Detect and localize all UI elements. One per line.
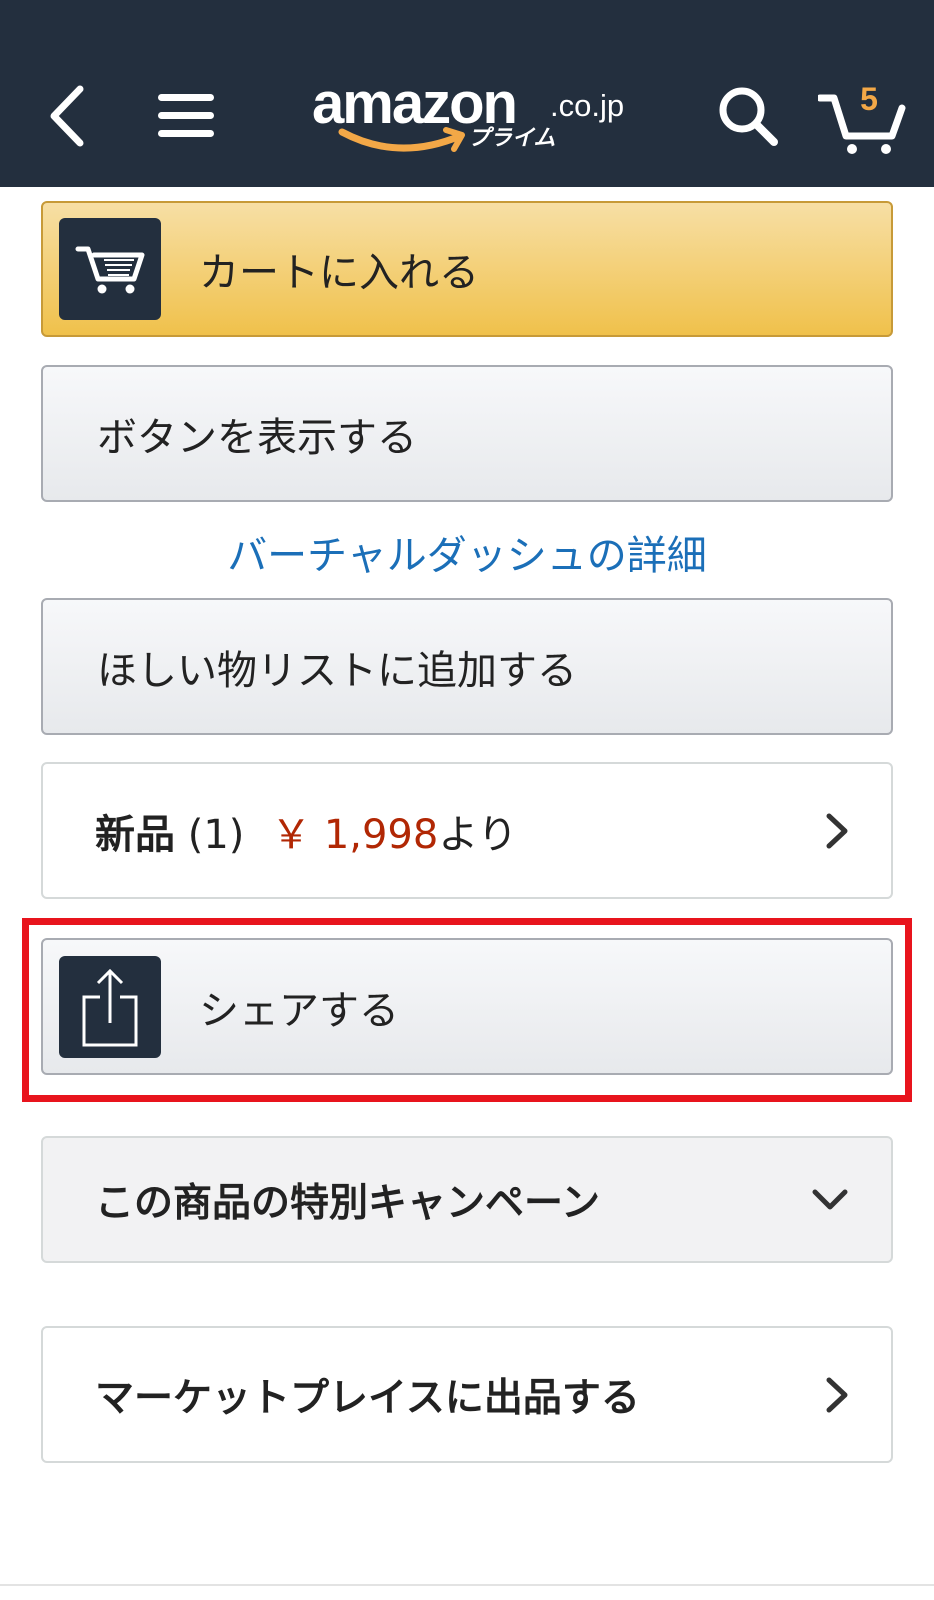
hamburger-menu-icon <box>158 94 214 137</box>
new-offers-price: ￥ 1,998 <box>271 811 439 858</box>
chevron-right-icon <box>825 1376 849 1414</box>
share-icon-box <box>59 955 161 1058</box>
cart-count-badge: 5 <box>860 81 878 117</box>
special-campaign-title: この商品の特別キャンペーン <box>95 1180 601 1226</box>
show-button-button[interactable]: ボタンを表示する <box>41 365 893 502</box>
search-icon <box>719 87 778 146</box>
new-offers-count: (1) <box>187 811 245 858</box>
share-label: シェアする <box>199 987 399 1034</box>
back-button[interactable] <box>38 80 94 152</box>
cart-icon-box <box>59 218 161 320</box>
sell-on-marketplace-title: マーケットプレイスに出品する <box>95 1375 640 1421</box>
new-offers-label: 新品 <box>95 811 175 858</box>
cart-button[interactable]: 5 <box>818 80 906 160</box>
back-arrow-icon <box>50 85 84 147</box>
new-offers-row[interactable]: 新品 (1) ￥ 1,998より <box>41 762 893 899</box>
show-button-label: ボタンを表示する <box>97 414 417 461</box>
top-nav-bar: amazon .co.jp プライム 5 <box>0 0 934 187</box>
share-icon <box>82 968 138 1046</box>
special-campaign-accordion[interactable]: この商品の特別キャンペーン <box>41 1136 893 1263</box>
add-to-wishlist-button[interactable]: ほしい物リストに追加する <box>41 598 893 735</box>
add-to-cart-button[interactable]: カートに入れる <box>41 201 893 337</box>
menu-button[interactable] <box>150 84 222 148</box>
add-to-cart-label: カートに入れる <box>199 250 479 296</box>
add-to-wishlist-label: ほしい物リストに追加する <box>97 647 577 694</box>
search-button[interactable] <box>712 80 784 152</box>
amazon-prime-logo[interactable]: amazon .co.jp プライム <box>308 70 638 165</box>
virtual-dash-details-link[interactable]: バーチャルダッシュの詳細 <box>0 528 934 584</box>
chevron-right-icon <box>825 812 849 850</box>
logo-domain: .co.jp <box>550 88 625 123</box>
share-button[interactable]: シェアする <box>41 938 893 1075</box>
sell-on-marketplace-row[interactable]: マーケットプレイスに出品する <box>41 1326 893 1463</box>
add-to-cart-icon <box>75 246 145 294</box>
new-offers-suffix: より <box>438 811 518 858</box>
chevron-down-icon <box>811 1188 849 1212</box>
bottom-divider <box>0 1584 934 1586</box>
smile-arrow-icon <box>338 127 465 152</box>
logo-prime: プライム <box>468 126 556 151</box>
